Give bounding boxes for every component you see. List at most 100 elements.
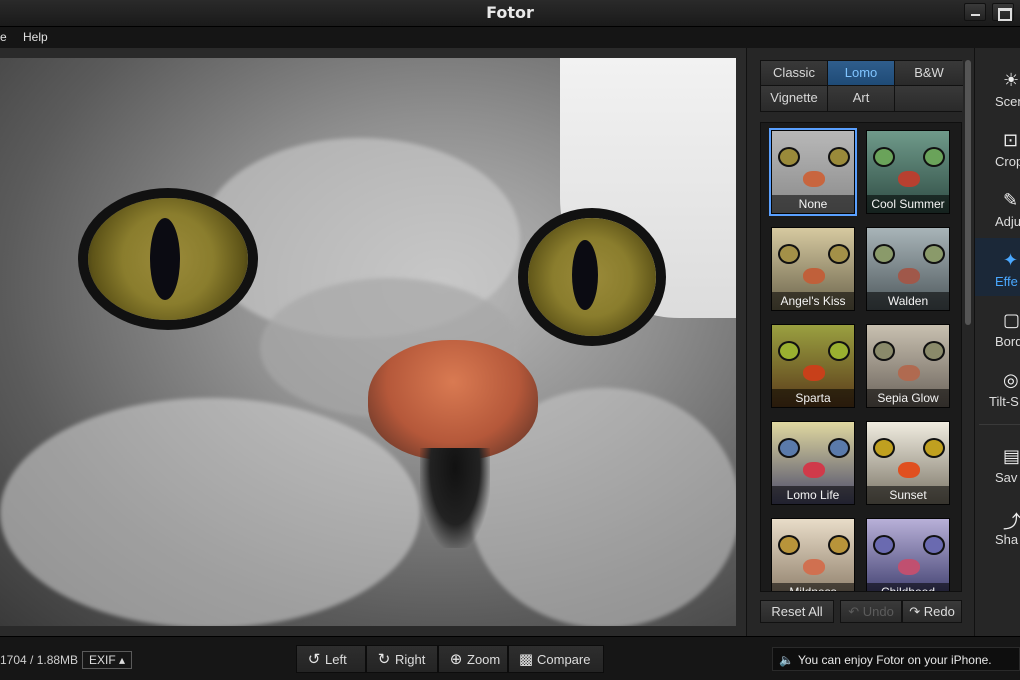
tool-tilt-shift[interactable]: ◎ Tilt-S <box>975 358 1020 416</box>
tab-art[interactable]: Art <box>828 86 895 111</box>
effect-thumb-sunset[interactable]: Sunset <box>866 421 950 505</box>
tool-label: Effe <box>995 274 1018 289</box>
tool-share[interactable]: ⤴ Sha <box>975 496 1020 554</box>
tab-bw[interactable]: B&W <box>895 61 963 86</box>
thumb-eye <box>875 440 893 456</box>
effect-label: Cool Summer <box>867 195 949 213</box>
effect-label: Sepia Glow <box>867 389 949 407</box>
tool-effects[interactable]: ✦ Effe <box>975 238 1020 296</box>
thumb-nose <box>803 462 825 478</box>
reset-all-button[interactable]: Reset All <box>760 600 834 623</box>
redo-label: Redo <box>923 604 955 619</box>
cat-photo[interactable] <box>0 58 736 626</box>
tool-label: Tilt-S <box>989 394 1019 409</box>
menu-item-help[interactable]: Help <box>23 30 48 44</box>
tool-border[interactable]: ▢ Bord <box>975 298 1020 356</box>
thumb-eye <box>830 440 848 456</box>
left-pupil <box>150 218 180 300</box>
rotate-left-label: Left <box>325 652 347 667</box>
thumb-eye <box>780 343 798 359</box>
image-dimensions: 1704 / 1.88MB <box>0 653 79 667</box>
thumb-nose <box>898 365 920 381</box>
thumb-nose <box>803 559 825 575</box>
effect-label: Childhood <box>867 583 949 591</box>
thumb-eye <box>780 537 798 553</box>
effect-thumb-angels-kiss[interactable]: Angel's Kiss <box>771 227 855 311</box>
menu-item-file[interactable]: e <box>0 30 7 44</box>
share-icon: ⤴ <box>1003 512 1020 532</box>
redo-icon: ↷ <box>909 604 924 619</box>
speaker-icon: 🔈 <box>779 653 794 667</box>
title-bar: Fotor <box>0 0 1020 27</box>
tool-scene[interactable]: ☀ Scen <box>975 58 1020 116</box>
thumb-image <box>772 519 854 591</box>
undo-button[interactable]: ↶ Undo <box>840 600 902 623</box>
effect-label: Mildness <box>772 583 854 591</box>
effect-thumb-walden[interactable]: Walden <box>866 227 950 311</box>
effect-thumb-mildness[interactable]: Mildness <box>771 518 855 591</box>
undo-icon: ↶ <box>848 604 863 619</box>
thumb-eye <box>830 149 848 165</box>
exif-button[interactable]: EXIF ▴ <box>82 651 133 669</box>
border-icon: ▢ <box>1003 310 1020 330</box>
right-pupil <box>572 240 598 310</box>
tool-adjust[interactable]: ✎ Adju <box>975 178 1020 236</box>
crop-icon: ⊡ <box>1003 130 1019 150</box>
tab-classic[interactable]: Classic <box>761 61 828 86</box>
compare-button[interactable]: ▩ Compare <box>508 645 604 673</box>
effect-thumb-sepia-glow[interactable]: Sepia Glow <box>866 324 950 408</box>
thumb-nose <box>898 268 920 284</box>
effects-scrollbar[interactable] <box>965 60 971 325</box>
compare-label: Compare <box>537 652 591 667</box>
sparkle-icon: ✦ <box>1003 250 1019 270</box>
save-icon: ▤ <box>1003 446 1020 466</box>
thumb-eye <box>830 246 848 262</box>
tab-lomo[interactable]: Lomo <box>828 61 895 86</box>
effect-thumb-sparta[interactable]: Sparta <box>771 324 855 408</box>
rotate-left-button[interactable]: ↺ Left <box>296 645 366 673</box>
rotate-left-icon: ↺ <box>307 651 321 668</box>
undo-label: Undo <box>862 604 894 619</box>
menu-bar: e Help <box>0 27 1020 48</box>
effect-thumb-childhood[interactable]: Childhood <box>866 518 950 591</box>
status-bar: 1704 / 1.88MB EXIF ▴ ↺ Left ↻ Right ⊕ Zoom … <box>0 636 1020 680</box>
thumb-eye <box>875 149 893 165</box>
zoom-button[interactable]: ⊕ Zoom <box>438 645 508 673</box>
tool-label: Scen <box>995 94 1020 109</box>
iphone-notice[interactable]: 🔈 You can enjoy Fotor on your iPhone. <box>772 647 1020 671</box>
tools-sidebar: ☀ Scen ⊡ Crop ✎ Adju ✦ Effe ▢ Bord ◎ Til… <box>974 48 1020 636</box>
thumb-eye <box>780 149 798 165</box>
zoom-icon: ⊕ <box>449 651 463 668</box>
effect-thumb-cool-summer[interactable]: Cool Summer <box>866 130 950 214</box>
image-icon: ▩ <box>518 651 534 668</box>
left-eye <box>88 198 248 320</box>
zoom-label: Zoom <box>467 652 501 667</box>
tool-crop[interactable]: ⊡ Crop <box>975 118 1020 176</box>
effect-label: Angel's Kiss <box>772 292 854 310</box>
effect-thumbnail-list[interactable]: None Cool Summer Angel's Kiss Walden Spa… <box>760 122 962 592</box>
tool-save[interactable]: ▤ Sav <box>975 434 1020 492</box>
tool-label: Crop <box>995 154 1020 169</box>
minimize-button[interactable] <box>964 3 986 21</box>
cat-nose <box>368 340 538 460</box>
pencil-icon: ✎ <box>1003 190 1019 210</box>
tool-label: Bord <box>995 334 1020 349</box>
thumb-eye <box>875 537 893 553</box>
rotate-right-button[interactable]: ↻ Right <box>366 645 438 673</box>
thumb-nose <box>898 462 920 478</box>
effects-panel: Classic Lomo B&W Vignette Art None Cool … <box>746 48 974 636</box>
thumb-eye <box>875 343 893 359</box>
tilt-shift-icon: ◎ <box>1003 370 1019 390</box>
effect-label: None <box>772 195 854 213</box>
thumb-eye <box>780 440 798 456</box>
redo-button[interactable]: ↷ Redo <box>902 600 962 623</box>
maximize-button[interactable] <box>992 3 1014 21</box>
thumb-eye <box>925 246 943 262</box>
thumb-eye <box>925 343 943 359</box>
thumb-eye <box>830 537 848 553</box>
tab-vignette[interactable]: Vignette <box>761 86 828 111</box>
thumb-nose <box>803 365 825 381</box>
effect-thumb-none[interactable]: None <box>771 130 855 214</box>
effect-thumb-lomo-life[interactable]: Lomo Life <box>771 421 855 505</box>
notice-text: You can enjoy Fotor on your iPhone. <box>797 653 992 667</box>
